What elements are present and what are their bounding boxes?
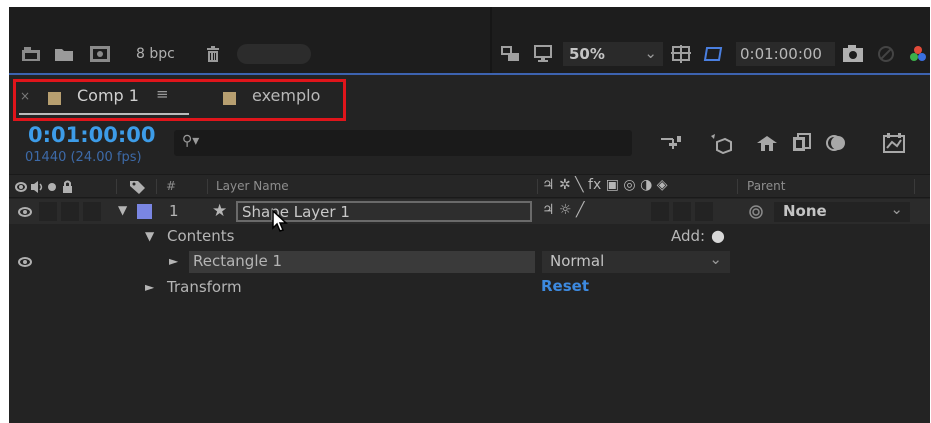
folder-icon[interactable] [54,45,74,63]
panel-menu-icon[interactable]: ≡ [156,85,169,103]
pick-whip-icon[interactable] [747,203,765,221]
layer-row[interactable]: ▼ 1 ★ Shape Layer 1 ♃ ☼ ╱ None ⌄ [9,199,930,224]
chevron-down-icon: ⌄ [709,250,722,268]
active-tab-underline [19,113,189,115]
lock-toggle[interactable] [83,202,101,221]
av-features-header-icons [15,179,75,195]
search-icon: ⚲▾ [182,133,200,149]
zoom-select[interactable]: 50% ⌄ [563,42,663,66]
layer-index: 1 [169,202,179,220]
transform-row[interactable]: ► Transform Reset [9,275,930,300]
switch-cell[interactable] [651,202,669,221]
chevron-down-icon: ⌄ [644,44,657,62]
monitor-icon[interactable] [533,44,553,64]
twirl-down-icon[interactable]: ▼ [118,203,127,217]
eye-visibility-icon[interactable] [17,256,33,268]
shape-layer-star-icon: ★ [212,201,228,221]
channels-icon[interactable] [907,43,929,65]
close-tab-icon[interactable]: × [20,89,30,103]
after-effects-timeline-window: 8 bpc 50% ⌄ 0:01:00:00 × Comp 1 ≡ exempl… [9,7,930,423]
mouse-pointer-icon [271,209,291,237]
column-layer-name[interactable]: Layer Name [216,179,289,193]
contents-row: ▼ Contents Add: ● [9,224,930,249]
motion-blur-icon[interactable] [825,132,847,154]
timeline-current-time[interactable]: 0:01:00:00 [28,123,155,147]
graph-editor-icon[interactable] [882,132,906,154]
column-divider [537,179,538,194]
tab-exemplo[interactable]: exemplo [252,86,320,105]
layer-switches[interactable]: ♃ ☼ ╱ [542,202,584,218]
zoom-value: 50% [569,45,605,63]
eye-visibility-icon[interactable] [17,205,33,219]
frame-blending-icon[interactable] [791,132,813,154]
switch-cell[interactable] [695,202,713,221]
new-composition-icon[interactable] [89,44,111,64]
column-divider [737,179,738,194]
parent-select[interactable]: None ⌄ [774,200,910,222]
transform-label: Transform [167,278,242,296]
column-divider [207,179,208,194]
blend-mode-select[interactable]: Normal ⌄ [542,250,730,273]
mask-visibility-icon[interactable] [703,43,725,65]
timeline-column-header: # Layer Name ♃ ✲ ╲ fx ▣ ◎ ◑ ◈ Parent [9,174,930,198]
column-divider [116,179,117,194]
rectangle-group-row[interactable]: ► Rectangle 1 Normal ⌄ [9,249,930,274]
blend-mode-value: Normal [550,252,605,270]
solo-toggle[interactable] [61,202,79,221]
twirl-down-icon[interactable]: ▼ [145,229,154,243]
twirl-right-icon[interactable]: ► [145,280,154,294]
chevron-down-icon: ⌄ [890,200,903,218]
hide-shy-layers-icon[interactable] [755,132,779,154]
switch-cell[interactable] [673,202,691,221]
show-snapshot-icon[interactable] [875,43,897,65]
audio-toggle[interactable] [39,202,57,221]
add-label[interactable]: Add: [671,227,705,245]
always-preview-icon[interactable] [501,44,521,64]
top-toolbar: 8 bpc 50% ⌄ 0:01:00:00 [9,7,930,73]
add-menu-icon[interactable]: ● [711,226,725,245]
column-number: # [166,179,177,193]
panel-divider [490,7,492,73]
timeline-controls: 0:01:00:00 01440 (24.00 fps) ⚲▾ [9,123,930,179]
reset-link[interactable]: Reset [541,277,589,295]
safe-margins-icon[interactable] [671,44,691,64]
column-parent: Parent [747,179,786,193]
parent-value: None [783,202,827,220]
bit-depth-label[interactable]: 8 bpc [136,46,175,62]
draft-3d-icon[interactable] [707,131,733,155]
composition-tab-bar: × Comp 1 ≡ exemplo [9,75,930,123]
composition-mini-flowchart-icon[interactable] [659,133,683,153]
layer-search-input[interactable]: ⚲▾ [174,130,632,156]
comp-color-swatch [223,92,236,105]
current-time-display[interactable]: 0:01:00:00 [736,42,835,66]
column-divider [914,179,915,194]
frame-rate-info: 01440 (24.00 fps) [25,150,142,165]
comp-color-swatch [48,92,61,105]
contents-label: Contents [167,227,235,245]
camera-icon[interactable] [842,44,864,64]
rectangle-name-field[interactable]: Rectangle 1 [189,251,535,273]
twirl-right-icon[interactable]: ► [169,254,178,268]
column-switches: ♃ ✲ ╲ fx ▣ ◎ ◑ ◈ [542,177,668,193]
project-settings-icon[interactable] [21,45,41,63]
layer-label-color[interactable] [137,204,152,219]
tab-comp-1[interactable]: Comp 1 [77,86,139,105]
flowchart-pill[interactable] [237,44,311,64]
label-tag-icon [129,179,147,195]
trash-icon[interactable] [205,45,221,63]
column-divider [156,179,157,194]
